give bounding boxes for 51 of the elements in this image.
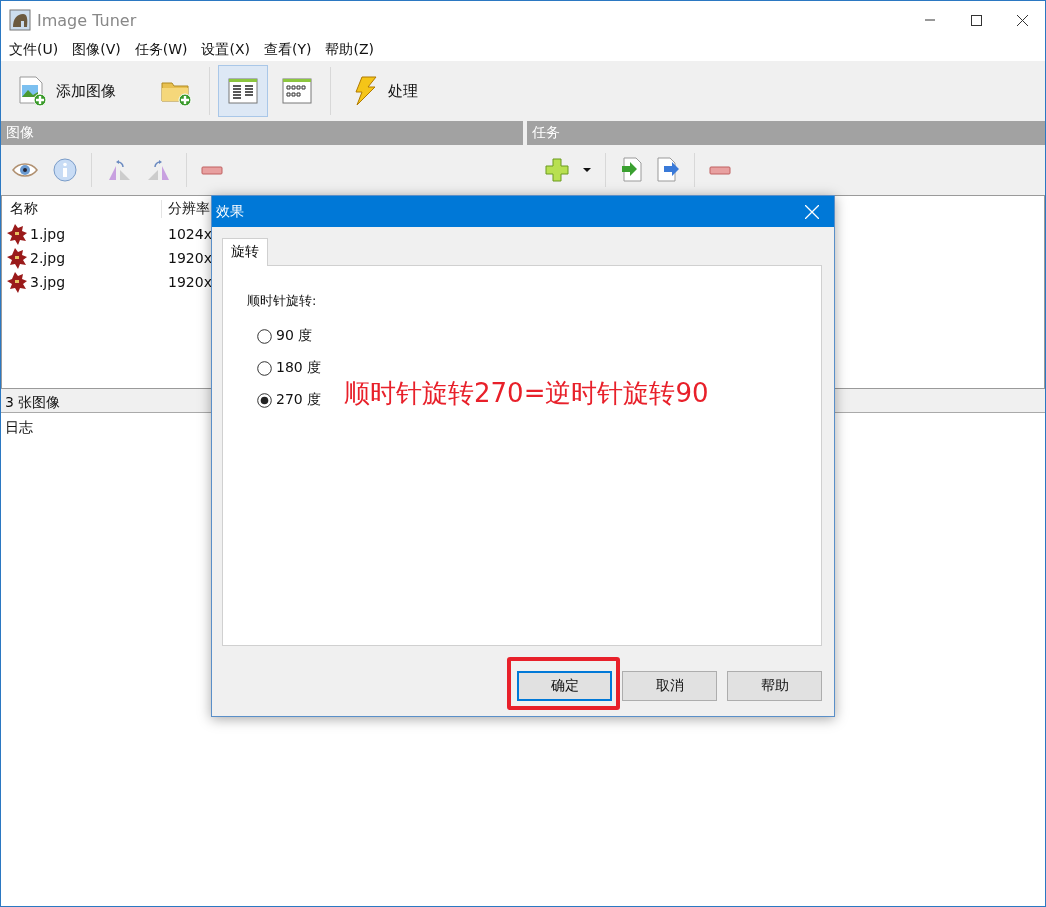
image-count: 3 张图像	[5, 394, 61, 412]
menu-item[interactable]: 图像(V)	[72, 41, 121, 59]
annotation-text: 顺时针旋转270=逆时针旋转90	[344, 377, 709, 410]
info-icon	[53, 158, 77, 182]
window-title: Image Tuner	[37, 10, 138, 30]
list-view-icon	[227, 75, 259, 107]
menu-item[interactable]: 查看(Y)	[264, 41, 312, 59]
export-icon	[656, 157, 680, 183]
image-file-icon	[6, 223, 28, 245]
menu-item[interactable]: 帮助(Z)	[325, 41, 374, 59]
plus-icon	[545, 158, 569, 182]
dialog-title: 效果	[216, 202, 245, 221]
resolution-text: 1024x	[167, 226, 212, 242]
log-title: 日志	[5, 419, 33, 435]
import-icon	[620, 157, 642, 183]
image-file-icon	[6, 247, 28, 269]
radio-option[interactable]: 90 度	[257, 320, 313, 352]
dialog-button[interactable]: 帮助	[727, 671, 822, 701]
column-header[interactable]: 名称	[2, 200, 162, 218]
panel-header: 图像	[1, 121, 523, 145]
image-add-icon	[16, 75, 48, 107]
file-name: 3.jpg	[30, 274, 66, 290]
tab[interactable]: 旋转	[222, 238, 268, 266]
image-file-icon	[6, 271, 28, 293]
close-icon	[1016, 14, 1028, 26]
minus-icon	[709, 165, 731, 175]
menu-item[interactable]: 设置(X)	[201, 41, 250, 59]
app-logo-icon	[9, 9, 31, 31]
file-name: 2.jpg	[30, 250, 66, 266]
radio-option[interactable]: 270 度	[257, 384, 322, 416]
dialog-button[interactable]: 确定	[517, 671, 612, 701]
group-label: 顺时针旋转:	[247, 292, 318, 310]
menu-item[interactable]: 文件(U)	[9, 41, 59, 59]
resolution-text: 1920x	[167, 250, 212, 266]
resolution-text: 1920x	[167, 274, 212, 290]
flip-right-icon	[146, 158, 172, 182]
file-name: 1.jpg	[30, 226, 66, 242]
maximize-icon	[970, 14, 982, 26]
panel-header: 任务	[527, 121, 1045, 145]
flip-left-icon	[106, 158, 132, 182]
grid-view-icon	[281, 75, 313, 107]
column-header[interactable]: 分辨率	[162, 200, 210, 218]
toolbar-button[interactable]: 添加图像	[7, 65, 147, 117]
close-icon	[805, 204, 819, 219]
minus-icon	[201, 165, 223, 175]
toolbar-button[interactable]: 处理	[339, 65, 479, 117]
dropdown-caret-icon	[583, 168, 591, 172]
dialog-button[interactable]: 取消	[622, 671, 717, 701]
toolbar-button[interactable]	[218, 65, 268, 117]
radio-option[interactable]: 180 度	[257, 352, 322, 384]
menu-item[interactable]: 任务(W)	[134, 41, 188, 59]
